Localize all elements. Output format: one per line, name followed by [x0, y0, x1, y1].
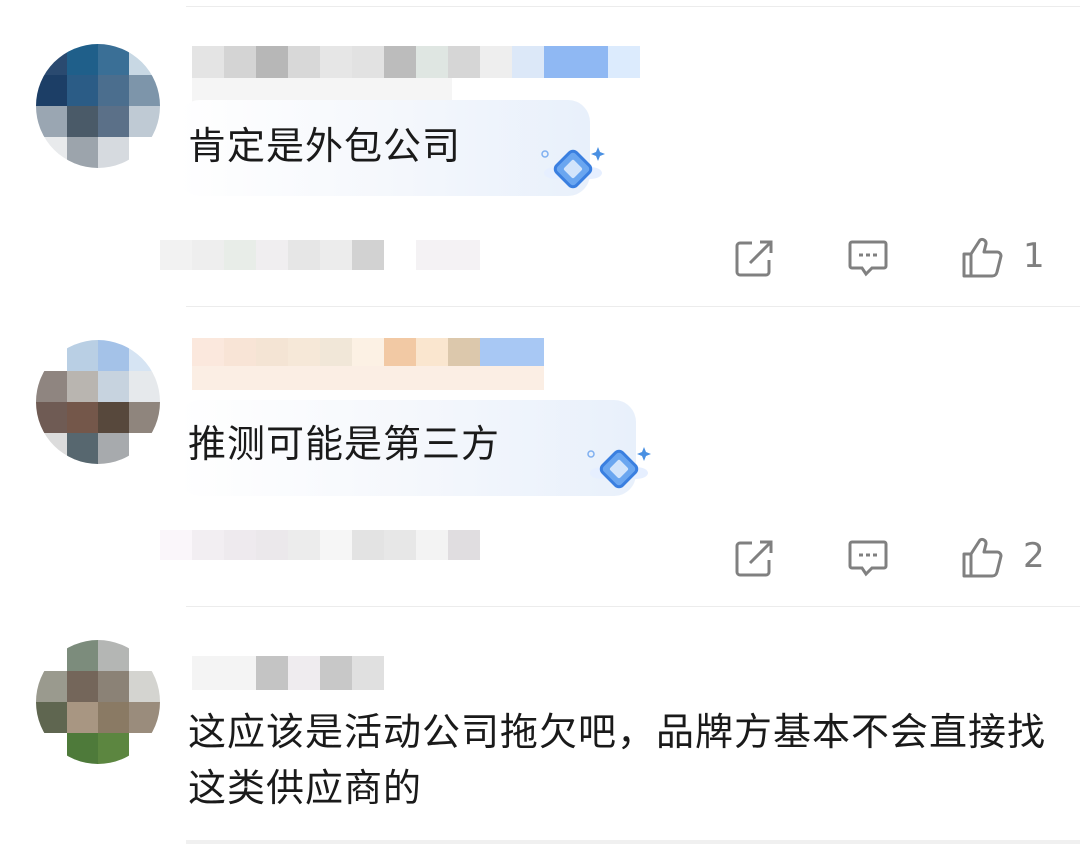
diamond-badge-icon — [587, 447, 651, 489]
user-tag-blurred — [192, 366, 544, 390]
timestamp-location-blurred — [160, 240, 480, 270]
action-bar: 1 — [730, 234, 1050, 282]
thumbs-up-icon[interactable] — [958, 534, 1006, 582]
timestamp-location-blurred — [160, 530, 480, 560]
diamond-badge-icon — [541, 147, 605, 189]
comment-bubble-icon[interactable] — [844, 534, 892, 582]
like-count: 2 — [1023, 536, 1045, 576]
avatar[interactable] — [36, 44, 160, 168]
comment-text: 这应该是活动公司拖欠吧，品牌方基本不会直接找这类供应商的 — [188, 710, 1047, 810]
comment-bubble-icon[interactable] — [844, 234, 892, 282]
avatar[interactable] — [36, 640, 160, 764]
comment-divider — [186, 306, 1080, 307]
avatar[interactable] — [36, 340, 160, 464]
thumbs-up-icon[interactable] — [958, 234, 1006, 282]
username-blurred[interactable] — [192, 46, 672, 78]
reply-edit-icon[interactable] — [730, 534, 778, 582]
username-blurred[interactable] — [192, 338, 552, 366]
comment-text: 推测可能是第三方 — [188, 422, 501, 466]
reply-edit-icon[interactable] — [730, 234, 778, 282]
action-bar: 2 — [730, 534, 1050, 582]
bottom-divider — [186, 840, 1080, 844]
top-divider — [186, 6, 1080, 7]
comment-text: 肯定是外包公司 — [188, 124, 462, 168]
username-blurred[interactable] — [192, 656, 452, 690]
comment-divider — [186, 606, 1080, 607]
like-count: 1 — [1023, 236, 1045, 276]
